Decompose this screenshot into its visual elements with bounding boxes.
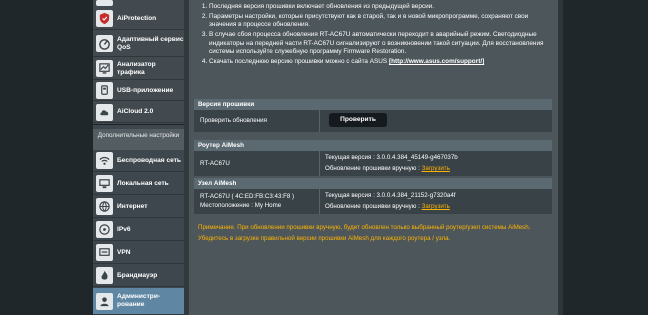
cloud-icon — [96, 103, 113, 121]
aimesh-router-panel: Роутер AiMesh RT-AC67U Текущая версия : … — [194, 140, 552, 176]
asus-support-link[interactable]: [http://www.asus.com/support/] — [389, 58, 484, 65]
sidebar-item-label: Администри-рование — [117, 293, 161, 308]
sidebar-item-firewall[interactable]: Брандмауэр — [93, 265, 184, 287]
note-item: Параметры настройки, которые присутствую… — [209, 13, 553, 30]
firewall-icon — [96, 267, 113, 284]
left-background — [0, 0, 93, 315]
node-row: RT-AC67U ( 4C:ED:FB:C3:43:F8 ) Местополо… — [194, 189, 552, 214]
note-line: Примечание. При обновлении прошивки вруч… — [198, 224, 531, 231]
note-download-text: Скачать последнюю версию прошивки можно … — [209, 58, 389, 66]
sidebar-item-aiprotection[interactable]: AiProtection — [93, 8, 184, 30]
note-item: Скачать последнюю версию прошивки можно … — [209, 58, 553, 67]
node-manual-update: Обновление прошивки вручную : Загрузить — [325, 203, 450, 210]
sidebar-item-wireless[interactable]: Беспроводная сеть — [93, 150, 184, 172]
sidebar: AiProtection Адаптивный сервис QoS Анали… — [93, 0, 184, 315]
sidebar-item-internet[interactable]: Интернет — [93, 196, 184, 218]
check-update-row: Проверить обновления Проверить — [194, 110, 552, 132]
main-content: Последняя версия прошивки включает обнов… — [189, 0, 558, 315]
folder-icon — [96, 0, 113, 6]
sidebar-item-label: Брандмауэр — [117, 271, 158, 279]
router-manual-update: Обновление прошивки вручную : Загрузить — [325, 165, 450, 172]
sidebar-item-vpn[interactable]: VPN — [93, 242, 184, 264]
sidebar-item-label: AiProtection — [117, 14, 157, 22]
right-background — [563, 0, 648, 315]
traffic-analyzer-icon — [96, 60, 113, 77]
panel-title: Узел AiMesh — [194, 178, 552, 189]
aimesh-node-panel: Узел AiMesh RT-AC67U ( 4C:ED:FB:C3:43:F8… — [194, 178, 552, 214]
sidebar-item-label: VPN — [117, 248, 131, 256]
sidebar-item-lan[interactable]: Локальная сеть — [93, 173, 184, 195]
sidebar-item-usb[interactable]: USB-приложение — [93, 81, 184, 101]
node-upload-link[interactable]: Загрузить — [422, 203, 450, 210]
sidebar-item-adaptive-qos[interactable]: Адаптивный сервис QoS — [93, 31, 184, 57]
aimesh-update-note: Примечание. При обновлении прошивки вруч… — [198, 222, 548, 244]
advanced-settings-header: Дополнительные настройки — [93, 129, 184, 150]
sidebar-item-label: Адаптивный сервис QoS — [117, 35, 184, 51]
router-model: RT-AC67U — [200, 160, 230, 167]
firmware-notes: Последняя версия прошивки включает обнов… — [195, 3, 553, 68]
node-model: RT-AC67U ( 4C:ED:FB:C3:43:F8 ) — [200, 193, 295, 200]
note-item: Последняя версия прошивки включает обнов… — [209, 3, 553, 12]
ipv6-icon — [96, 221, 113, 238]
usb-icon — [96, 82, 113, 99]
sidebar-item-administration[interactable]: Администри-рование — [93, 288, 184, 315]
check-update-label: Проверить обновления — [200, 117, 267, 124]
lan-icon — [96, 175, 113, 192]
globe-icon — [96, 198, 113, 215]
sidebar-item-aicloud[interactable]: AiCloud 2.0 — [93, 102, 184, 123]
shield-icon — [96, 10, 113, 27]
sidebar-item-ipv6[interactable]: IPv6 — [93, 219, 184, 241]
router-upload-link[interactable]: Загрузить — [422, 165, 450, 172]
router-current-version: Текущая версия : 3.0.0.4.384_45149-g4670… — [325, 154, 458, 161]
sidebar-item-top-partial[interactable] — [93, 0, 184, 6]
sidebar-item-label: Беспроводная сеть — [117, 156, 181, 164]
sidebar-item-label: USB-приложение — [117, 86, 174, 94]
sidebar-item-label: Интернет — [117, 202, 148, 210]
sidebar-item-label: Локальная сеть — [117, 179, 169, 187]
sidebar-item-traffic-analyzer[interactable]: Анализатор трафика — [93, 58, 184, 80]
node-current-version: Текущая версия : 3.0.0.4.384_21152-g7320… — [325, 192, 456, 199]
admin-icon — [96, 292, 113, 310]
column-divider — [319, 151, 320, 176]
wireless-icon — [96, 152, 113, 169]
note-line: Убедитесь в загрузке правильной версии п… — [198, 235, 451, 242]
sidebar-item-label: Анализатор трафика — [117, 60, 156, 76]
sidebar-item-label: IPv6 — [117, 225, 131, 233]
node-location: Местоположение : My Home — [200, 202, 282, 209]
panel-title: Версия прошивки — [194, 99, 552, 110]
check-button[interactable]: Проверить — [329, 113, 387, 127]
qos-icon — [96, 35, 113, 52]
firmware-version-panel: Версия прошивки Проверить обновления Про… — [194, 99, 552, 132]
column-divider — [319, 110, 320, 132]
sidebar-item-label: AiCloud 2.0 — [117, 108, 154, 115]
vpn-icon — [96, 244, 113, 261]
column-divider — [319, 189, 320, 214]
panel-title: Роутер AiMesh — [194, 140, 552, 151]
router-row: RT-AC67U Текущая версия : 3.0.0.4.384_45… — [194, 151, 552, 176]
note-item: В случае сбоя процесса обновления RT-AC6… — [209, 31, 553, 57]
